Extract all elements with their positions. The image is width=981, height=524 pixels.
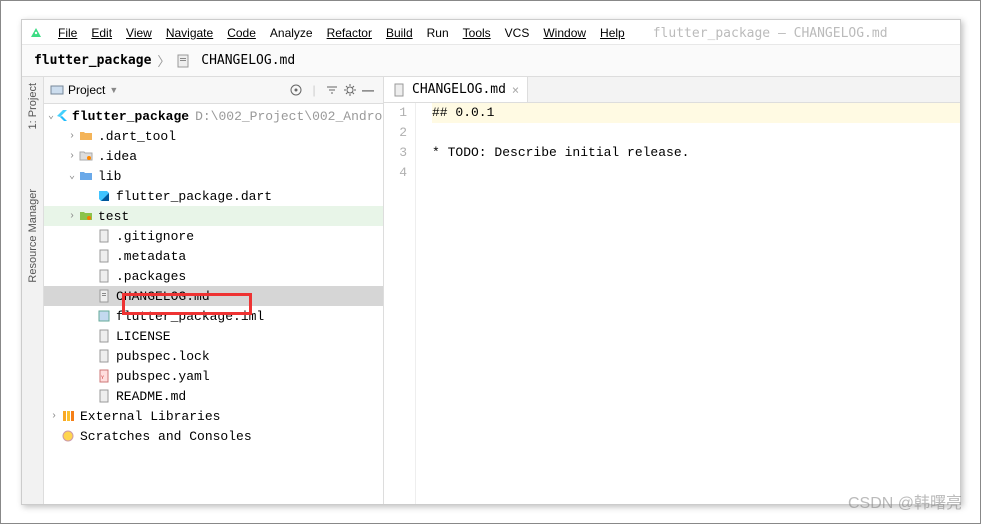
tree-folder-dart-tool[interactable]: › .dart_tool [44, 126, 383, 146]
menu-window[interactable]: Window [537, 24, 592, 42]
svg-text:Y: Y [101, 375, 104, 381]
editor-body[interactable]: 1 2 3 4 ## 0.0.1 * TODO: Describe initia… [384, 103, 960, 504]
tree-folder-idea[interactable]: › .idea [44, 146, 383, 166]
project-panel: Project ▼ | — ⌄ flutter_package D: [44, 77, 384, 504]
menu-bar: File Edit View Navigate Code Analyze Ref… [22, 20, 960, 45]
tree-file-iml[interactable]: flutter_package.iml [44, 306, 383, 326]
dart-file-icon [96, 188, 112, 204]
separator-icon: | [305, 81, 323, 99]
chevron-down-icon[interactable]: ▼ [109, 85, 118, 95]
menu-edit[interactable]: Edit [85, 24, 118, 42]
tree-folder-lib[interactable]: ⌄ lib [44, 166, 383, 186]
close-icon[interactable]: × [512, 83, 519, 97]
filter-icon[interactable] [323, 81, 341, 99]
markdown-file-icon [96, 388, 112, 404]
tree-root[interactable]: ⌄ flutter_package D:\002_Project\002_And… [44, 106, 383, 126]
chevron-right-icon[interactable]: › [66, 131, 78, 142]
editor-tabs: CHANGELOG.md × [384, 77, 960, 103]
chevron-right-icon: 〉 [155, 51, 172, 70]
window-context: flutter_package – CHANGELOG.md [653, 26, 888, 41]
menu-navigate[interactable]: Navigate [160, 24, 219, 42]
tree-file-changelog[interactable]: CHANGELOG.md [44, 286, 383, 306]
gear-icon[interactable] [341, 81, 359, 99]
tree-scratches[interactable]: Scratches and Consoles [44, 426, 383, 446]
chevron-right-icon[interactable]: › [48, 411, 60, 422]
libraries-icon [60, 408, 76, 424]
editor-code[interactable]: ## 0.0.1 * TODO: Describe initial releas… [416, 103, 960, 504]
tree-file-metadata[interactable]: .metadata [44, 246, 383, 266]
folder-test-icon [78, 208, 94, 224]
menu-tools[interactable]: Tools [457, 24, 497, 42]
breadcrumb-file[interactable]: CHANGELOG.md [172, 53, 299, 68]
menu-refactor[interactable]: Refactor [321, 24, 378, 42]
file-icon [96, 248, 112, 264]
tree-file-readme[interactable]: README.md [44, 386, 383, 406]
markdown-file-icon [96, 288, 112, 304]
tree-external-libraries[interactable]: › External Libraries [44, 406, 383, 426]
folder-icon [78, 168, 94, 184]
yaml-file-icon: Y [96, 368, 112, 384]
folder-icon [78, 128, 94, 144]
tree-folder-test[interactable]: › test [44, 206, 383, 226]
menu-file[interactable]: File [52, 24, 83, 42]
project-panel-header: Project ▼ | — [44, 77, 383, 104]
tree-file-license[interactable]: LICENSE [44, 326, 383, 346]
editor-area: CHANGELOG.md × 1 2 3 4 ## 0.0.1 * TODO: … [384, 77, 960, 504]
file-icon [96, 228, 112, 244]
markdown-file-icon [176, 54, 190, 68]
tree-file-pubspec-yaml[interactable]: Y pubspec.yaml [44, 366, 383, 386]
chevron-right-icon[interactable]: › [66, 211, 78, 222]
editor-tab-changelog[interactable]: CHANGELOG.md × [384, 77, 528, 102]
menu-help[interactable]: Help [594, 24, 631, 42]
folder-icon [78, 148, 94, 164]
menu-view[interactable]: View [120, 24, 158, 42]
tree-file-gitignore[interactable]: .gitignore [44, 226, 383, 246]
breadcrumb-root[interactable]: flutter_package [30, 53, 155, 68]
tool-tab-project[interactable]: 1: Project [27, 83, 39, 129]
tool-tab-resource-manager[interactable]: Resource Manager [27, 189, 39, 283]
editor-tab-label: CHANGELOG.md [412, 82, 506, 97]
project-panel-title[interactable]: Project [68, 83, 105, 97]
target-icon[interactable] [287, 81, 305, 99]
file-icon [96, 268, 112, 284]
markdown-file-icon [392, 83, 406, 97]
flutter-project-icon [54, 108, 68, 124]
breadcrumb: flutter_package 〉 CHANGELOG.md [22, 45, 960, 77]
menu-analyze[interactable]: Analyze [264, 24, 319, 42]
menu-code[interactable]: Code [221, 24, 262, 42]
tool-strip-left: 1: Project Resource Manager [22, 77, 44, 504]
scratches-icon [60, 428, 76, 444]
project-view-icon [50, 83, 64, 97]
menu-build[interactable]: Build [380, 24, 419, 42]
menu-run[interactable]: Run [421, 24, 455, 42]
chevron-down-icon[interactable]: ⌄ [66, 170, 78, 182]
tree-file-packages[interactable]: .packages [44, 266, 383, 286]
minimize-icon[interactable]: — [359, 81, 377, 99]
editor-gutter: 1 2 3 4 [384, 103, 416, 504]
chevron-right-icon[interactable]: › [66, 151, 78, 162]
project-tree[interactable]: ⌄ flutter_package D:\002_Project\002_And… [44, 104, 383, 504]
file-icon [96, 348, 112, 364]
menu-vcs[interactable]: VCS [499, 24, 536, 42]
file-icon [96, 328, 112, 344]
android-studio-logo-icon [28, 25, 44, 41]
module-file-icon [96, 308, 112, 324]
tree-file-pubspec-lock[interactable]: pubspec.lock [44, 346, 383, 366]
tree-file-flutter-package-dart[interactable]: flutter_package.dart [44, 186, 383, 206]
